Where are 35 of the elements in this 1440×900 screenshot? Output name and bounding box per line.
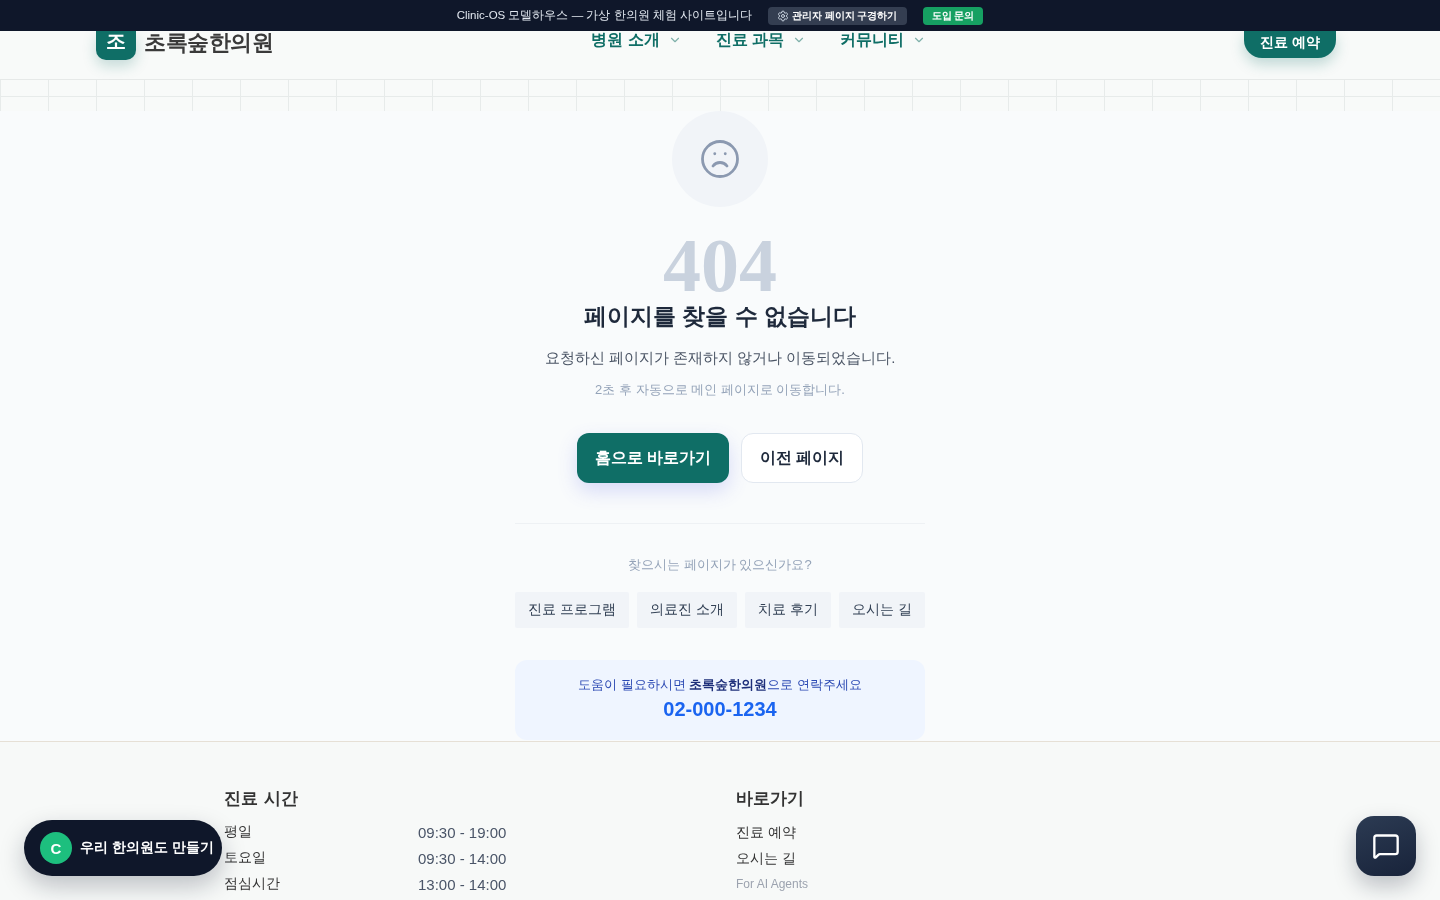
home-button[interactable]: 홈으로 바로가기 — [576, 433, 729, 483]
suggestion-link[interactable]: 치료 후기 — [745, 592, 831, 628]
hours-label: 점심시간 — [224, 875, 281, 893]
footer-link[interactable]: 진료 예약 — [736, 822, 796, 842]
back-button[interactable]: 이전 페이지 — [741, 433, 864, 483]
logo-mark: 조 — [96, 31, 136, 60]
settings-icon — [776, 9, 789, 22]
builder-button[interactable]: C 우리 한의원도 만들기 — [24, 820, 222, 876]
footer-heading: 바로가기 — [736, 787, 804, 810]
hours-label: 토요일 — [224, 849, 267, 867]
nav-menu-item[interactable]: 병원 소개 — [591, 31, 682, 49]
chat-icon — [1372, 832, 1400, 860]
nav-menu-item[interactable]: 커뮤니티 — [840, 31, 926, 49]
hours-time: 09:30 - 14:00 — [418, 849, 507, 867]
redirect-note: 2초 후 자동으로 메인 페이지로 이동합니다. — [595, 381, 845, 399]
admin-tour-button[interactable]: 관리자 페이지 구경하기 — [767, 6, 907, 25]
nav-menu-item[interactable]: 진료 과목 — [715, 31, 806, 49]
phone-number: 02-000-1234 — [663, 697, 777, 722]
footer-heading: 진료 시간 — [224, 787, 298, 810]
footer-link[interactable]: 오시는 길 — [736, 848, 796, 868]
error-message: 요청하신 페이지가 존재하지 않거나 이동되었습니다. — [544, 348, 896, 368]
error-title: 페이지를 찾을 수 없습니다 — [583, 302, 857, 331]
suggestion-link[interactable]: 진료 프로그램 — [515, 592, 629, 628]
suggestion-link[interactable]: 의료진 소개 — [637, 592, 737, 628]
help-text: 도움이 필요하시면 초록숲한의원으로 연락주세요 — [578, 676, 862, 694]
suggestion-prompt: 찾으시는 페이지가 있으신가요? — [628, 556, 812, 574]
suggestion-link[interactable]: 오시는 길 — [839, 592, 925, 628]
logo-text: 초록숲한의원 — [144, 31, 273, 55]
announcement-text: Clinic-OS 모델하우스 — 가상 한의원 체험 사이트입니다 — [456, 8, 752, 23]
hours-time: 09:30 - 19:00 — [418, 823, 507, 841]
hours-label: 평일 — [224, 823, 253, 841]
chat-button[interactable] — [1356, 816, 1416, 876]
booking-button[interactable]: 진료 예약 — [1244, 31, 1336, 58]
hours-time: 13:00 - 14:00 — [418, 875, 507, 893]
logo-badge: C — [40, 832, 72, 864]
